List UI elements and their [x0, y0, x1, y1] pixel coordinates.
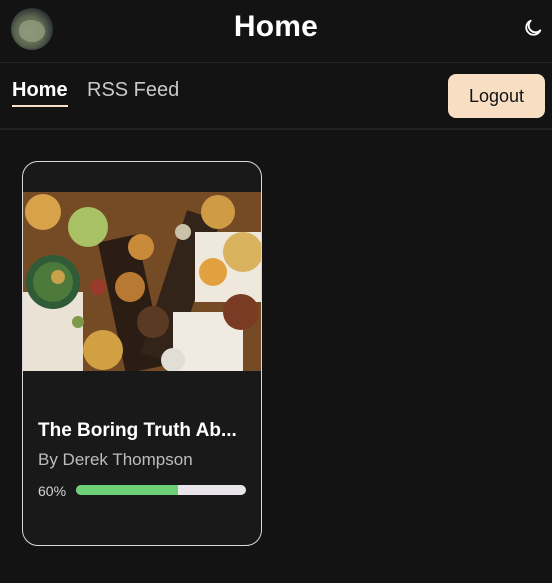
book-cover-image	[23, 192, 261, 371]
progress-bar	[76, 485, 246, 495]
progress-fill	[76, 485, 178, 495]
book-card[interactable]: The Boring Truth Ab... By Derek Thompson…	[22, 161, 262, 546]
logout-button[interactable]: Logout	[448, 74, 545, 118]
book-title: The Boring Truth Ab...	[38, 420, 237, 441]
tab-rss-feed[interactable]: RSS Feed	[87, 79, 179, 105]
tab-home[interactable]: Home	[12, 79, 68, 107]
top-bar: Home	[0, 0, 552, 63]
progress-percent: 60%	[38, 483, 67, 499]
nav-bar: Home RSS Feed Logout	[0, 64, 552, 130]
page-title: Home	[233, 10, 319, 43]
book-author: By Derek Thompson	[38, 450, 193, 469]
moon-icon[interactable]	[522, 17, 544, 39]
